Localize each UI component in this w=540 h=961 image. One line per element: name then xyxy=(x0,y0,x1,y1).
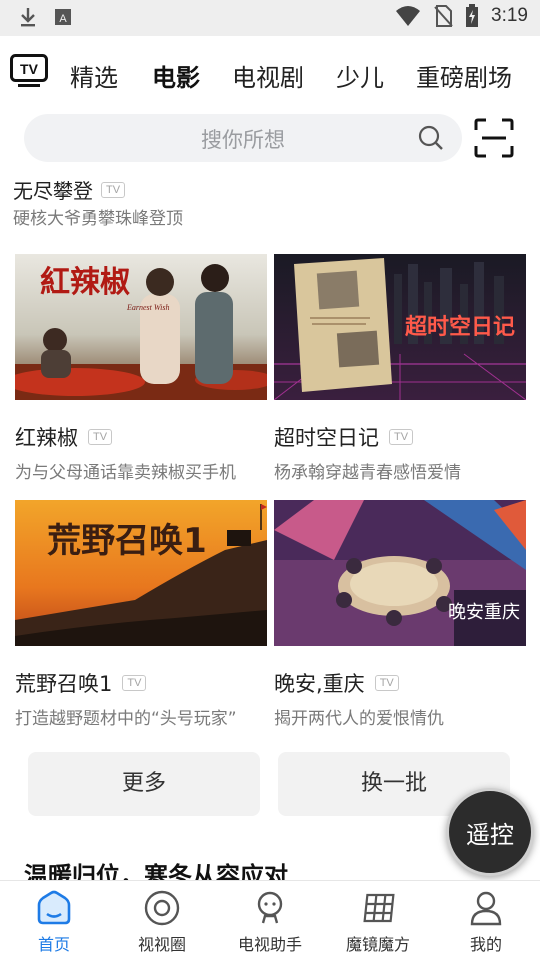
more-button[interactable]: 更多 xyxy=(28,752,260,816)
nav-item-home[interactable]: 首页 xyxy=(0,889,108,955)
circle-icon xyxy=(144,890,180,926)
nav-item-circle[interactable]: 视视圈 xyxy=(108,889,216,955)
item-title: 无尽攀登 xyxy=(13,179,93,203)
card-title-row: 荒野召唤1 TV xyxy=(15,668,267,698)
movie-card[interactable]: 荒野召唤1 荒野召唤1 TV 打造越野题材中的“头号玩家” xyxy=(15,500,267,729)
tv-badge: TV xyxy=(88,429,113,445)
svg-text:A: A xyxy=(59,13,67,25)
card-title: 超时空日记 xyxy=(274,426,379,450)
wifi-icon xyxy=(396,6,421,26)
nav-label: 魔镜魔方 xyxy=(345,935,410,954)
assistant-icon xyxy=(257,891,283,924)
nav-item-profile[interactable]: 我的 xyxy=(432,889,540,955)
card-title-row: 超时空日记 TV xyxy=(274,422,526,452)
nav-label: 视视圈 xyxy=(137,935,186,954)
search-placeholder: 搜你所想 xyxy=(201,128,285,152)
bottom-nav: 首页 视视圈 电视助手 魔镜魔方 我的 xyxy=(0,880,540,961)
poster-subtitle-text: Earnest Wish xyxy=(126,303,169,312)
item-description: 硬核大爷勇攀珠峰登顶 xyxy=(13,209,183,229)
nav-label: 首页 xyxy=(37,935,70,954)
movie-card[interactable]: 晚安重庆 晚安,重庆 TV 揭开两代人的爱恨情仇 xyxy=(274,500,526,729)
nav-item-assistant[interactable]: 电视助手 xyxy=(216,889,324,955)
movie-card[interactable]: 超时空日记 超时空日记 TV 杨承翰穿越青春感悟爱情 xyxy=(274,254,526,483)
tv-badge: TV xyxy=(374,675,399,691)
tv-badge: TV xyxy=(101,181,126,198)
nav-label: 我的 xyxy=(469,935,502,954)
a-keyboard-icon: A xyxy=(55,9,71,25)
nav-item-cube[interactable]: 魔镜魔方 xyxy=(324,889,432,955)
scan-icon[interactable] xyxy=(474,118,514,158)
poster-title-text: 荒野召唤1 xyxy=(47,521,207,561)
movie-card[interactable]: 紅辣椒 Earnest Wish 红辣椒 TV 为与父母通话靠卖辣椒买手机 xyxy=(15,254,267,483)
card-title: 红辣椒 xyxy=(15,426,78,450)
card-title-row: 晚安,重庆 TV xyxy=(274,668,526,698)
tab-featured[interactable]: 精选 xyxy=(70,58,118,93)
card-description: 打造越野题材中的“头号玩家” xyxy=(15,709,237,729)
profile-icon xyxy=(470,891,502,926)
tv-badge: TV xyxy=(389,429,414,445)
poster-image[interactable]: 晚安重庆 xyxy=(274,500,526,646)
search-icon[interactable] xyxy=(418,125,444,151)
poster-image[interactable]: 荒野召唤1 xyxy=(15,500,267,646)
tab-tv-series[interactable]: 电视剧 xyxy=(232,58,304,93)
nav-label: 电视助手 xyxy=(237,935,302,954)
poster-image[interactable]: 紅辣椒 Earnest Wish xyxy=(15,254,267,400)
search-input[interactable]: 搜你所想 xyxy=(24,114,462,162)
download-icon xyxy=(21,8,35,27)
home-icon xyxy=(37,890,71,925)
grid-cube-icon xyxy=(363,893,395,923)
battery-icon xyxy=(466,4,479,27)
status-bar: A 3:19 xyxy=(0,0,540,36)
poster-title-text: 晚安重庆 xyxy=(448,602,520,623)
top-nav: TV 精选 电影 电视剧 少儿 重磅剧场 xyxy=(0,44,540,104)
poster-image[interactable]: 超时空日记 xyxy=(274,254,526,400)
clock: 3:19 xyxy=(491,5,528,26)
card-title: 荒野召唤1 xyxy=(15,672,113,696)
remote-control-button[interactable]: 遥控 xyxy=(446,788,534,876)
no-sim-icon xyxy=(434,5,453,27)
card-title-row: 红辣椒 TV xyxy=(15,422,267,452)
poster-title-text: 超时空日记 xyxy=(405,314,515,340)
tab-kids[interactable]: 少儿 xyxy=(336,58,384,93)
tab-movies[interactable]: 电影 xyxy=(152,58,200,93)
tab-theater[interactable]: 重磅剧场 xyxy=(416,58,512,93)
tv-badge: TV xyxy=(122,675,147,691)
svg-text:TV: TV xyxy=(20,61,39,77)
card-description: 杨承翰穿越青春感悟爱情 xyxy=(274,463,461,483)
card-description: 为与父母通话靠卖辣椒买手机 xyxy=(15,463,236,483)
card-title: 晚安,重庆 xyxy=(274,672,365,696)
poster-title-text: 紅辣椒 xyxy=(40,265,130,300)
card-description: 揭开两代人的爱恨情仇 xyxy=(274,709,444,729)
list-item-title[interactable]: 无尽攀登 TV xyxy=(13,175,126,204)
tv-logo-icon[interactable]: TV xyxy=(10,54,48,88)
